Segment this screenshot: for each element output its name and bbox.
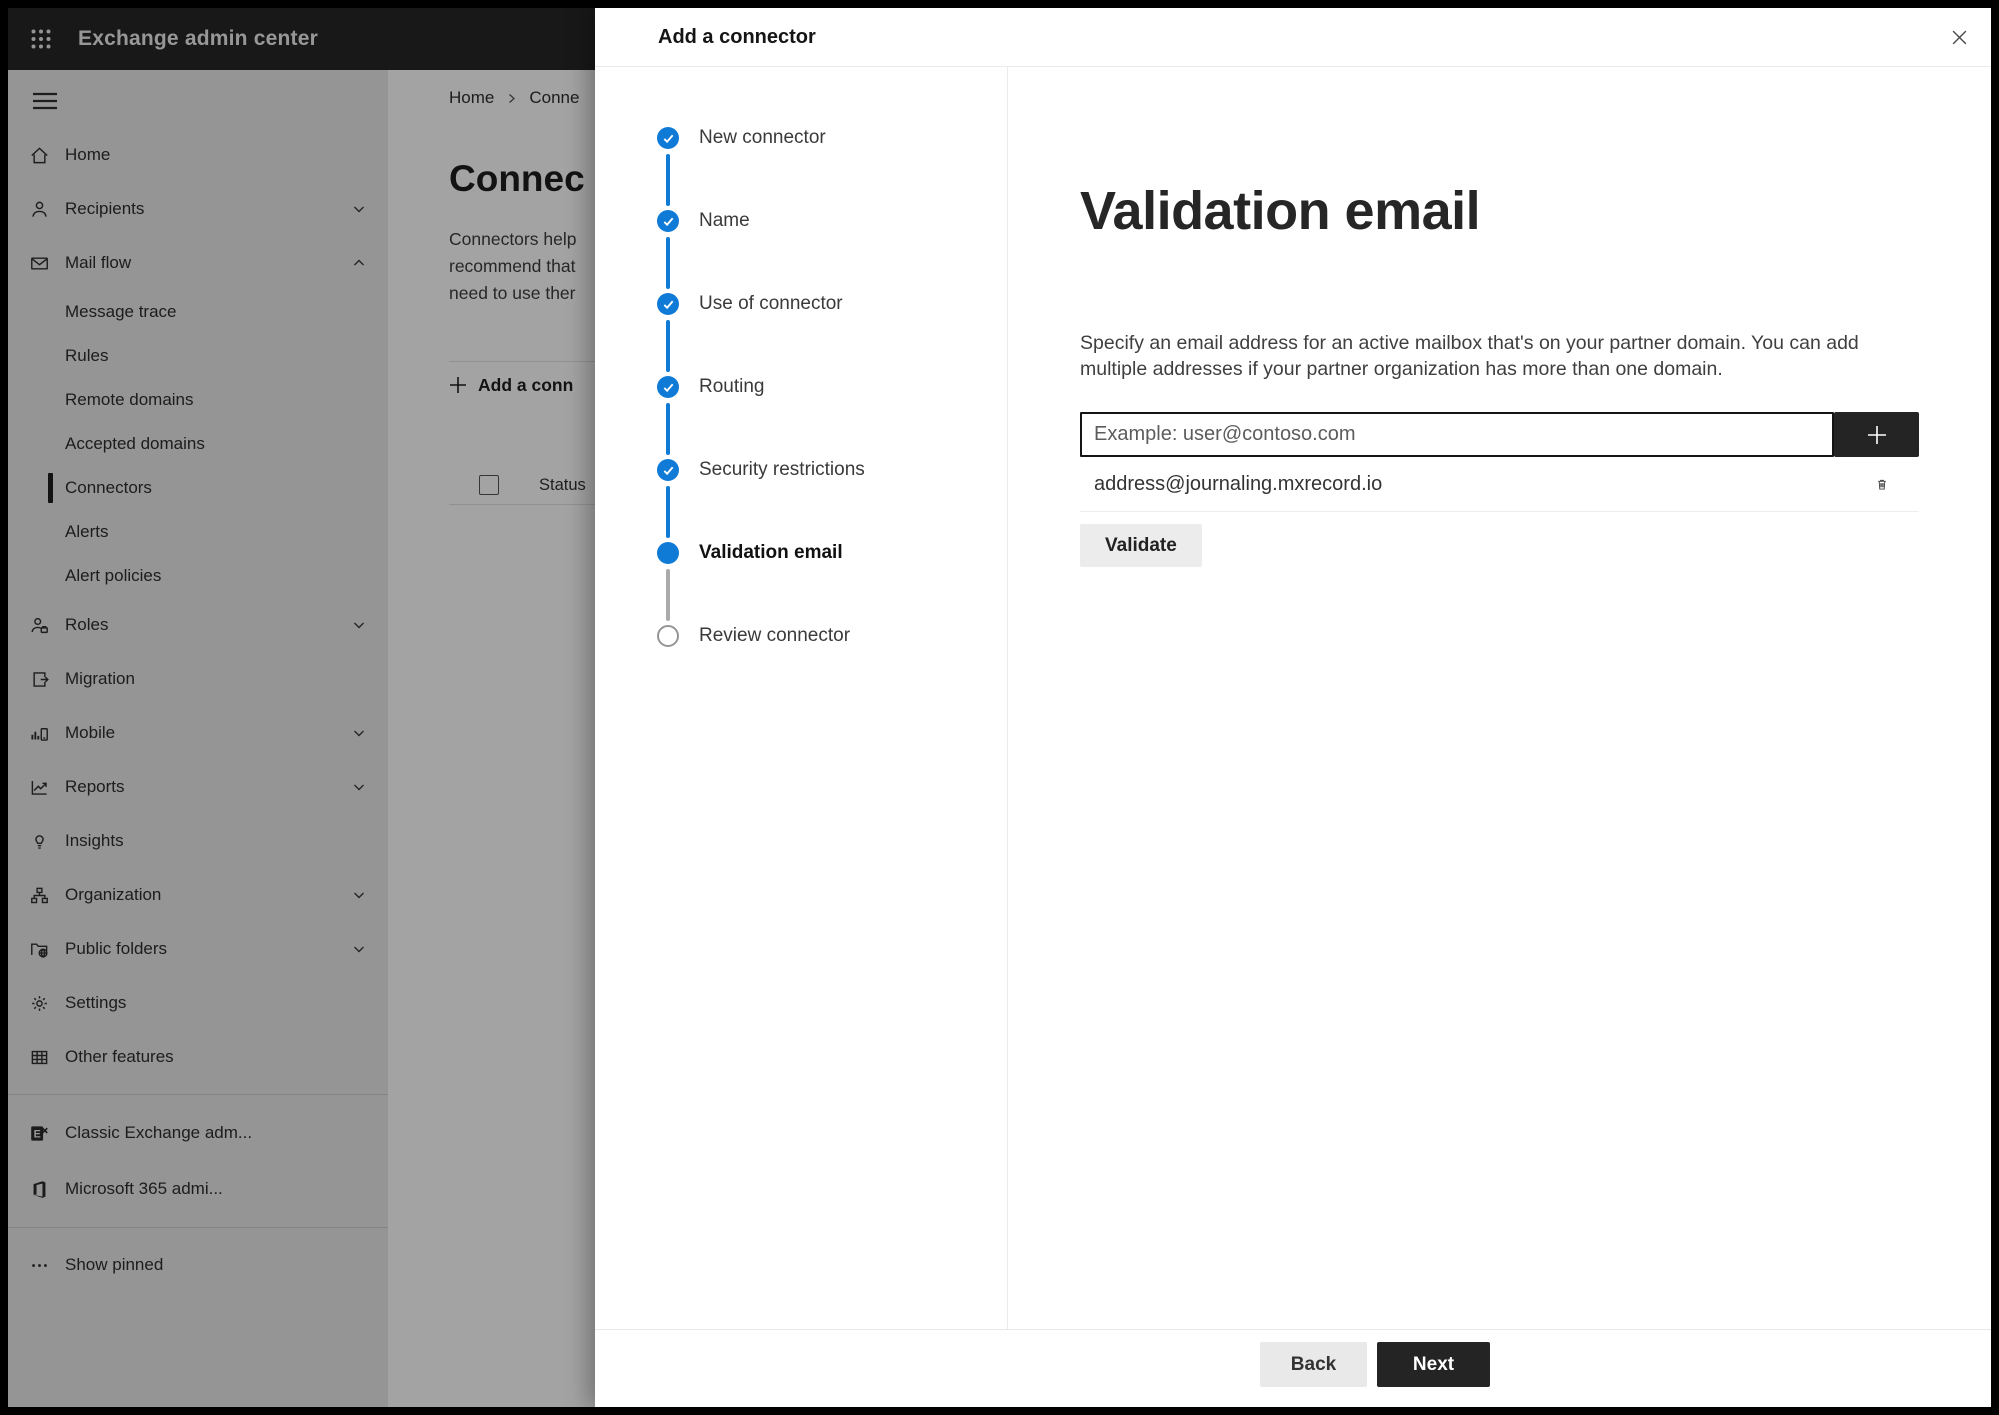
wizard-steps: New connector Name Use of connector Rout… [595, 67, 1008, 1329]
wizard-step-review-connector: Review connector [657, 625, 1007, 708]
step-connector-line [666, 154, 670, 206]
next-button[interactable]: Next [1377, 1342, 1490, 1387]
step-label: Validation email [699, 542, 843, 563]
screen: Exchange admin center Home Recipients Ma… [8, 8, 1991, 1407]
step-upcoming-icon [657, 625, 679, 647]
back-button[interactable]: Back [1260, 1342, 1367, 1387]
wizard-step-security-restrictions: Security restrictions [657, 459, 1007, 542]
step-label: Use of connector [699, 293, 843, 314]
dialog-content: Validation email Specify an email addres… [1008, 67, 1991, 1329]
dialog-header: Add a connector [595, 8, 1991, 67]
wizard-step-name: Name [657, 210, 1007, 293]
close-button[interactable] [1943, 21, 1975, 53]
step-connector-line [666, 320, 670, 372]
step-label: Review connector [699, 625, 851, 646]
dialog-title: Add a connector [658, 25, 816, 48]
step-complete-icon [657, 459, 679, 481]
step-label: New connector [699, 127, 826, 148]
address-text: address@journaling.mxrecord.io [1094, 472, 1383, 495]
step-current-icon [657, 542, 679, 564]
step-complete-icon [657, 376, 679, 398]
step-label: Routing [699, 376, 765, 397]
step-description: Specify an email address for an active m… [1080, 332, 1859, 380]
email-input[interactable] [1080, 412, 1834, 457]
dialog-footer: Back Next [595, 1329, 1991, 1407]
step-complete-icon [657, 210, 679, 232]
delete-address-button[interactable] [1869, 471, 1895, 497]
step-complete-icon [657, 293, 679, 315]
wizard-step-validation-email: Validation email [657, 542, 1007, 625]
step-heading: Validation email [1080, 181, 1481, 241]
add-email-button[interactable] [1834, 412, 1919, 457]
step-complete-icon [657, 127, 679, 149]
wizard-step-use-of-connector: Use of connector [657, 293, 1007, 376]
wizard-step-routing: Routing [657, 376, 1007, 459]
step-connector-line [666, 403, 670, 455]
step-connector-line [666, 486, 670, 538]
step-label: Name [699, 210, 750, 231]
step-connector-line [666, 237, 670, 289]
address-list-item: address@journaling.mxrecord.io [1080, 457, 1919, 512]
step-connector-line [666, 569, 670, 621]
email-entry-row [1080, 412, 1919, 457]
add-connector-dialog: Add a connector New connector Name Use o… [595, 8, 1991, 1407]
wizard-step-new-connector: New connector [657, 127, 1007, 210]
step-label: Security restrictions [699, 459, 865, 480]
validate-button[interactable]: Validate [1080, 524, 1202, 567]
